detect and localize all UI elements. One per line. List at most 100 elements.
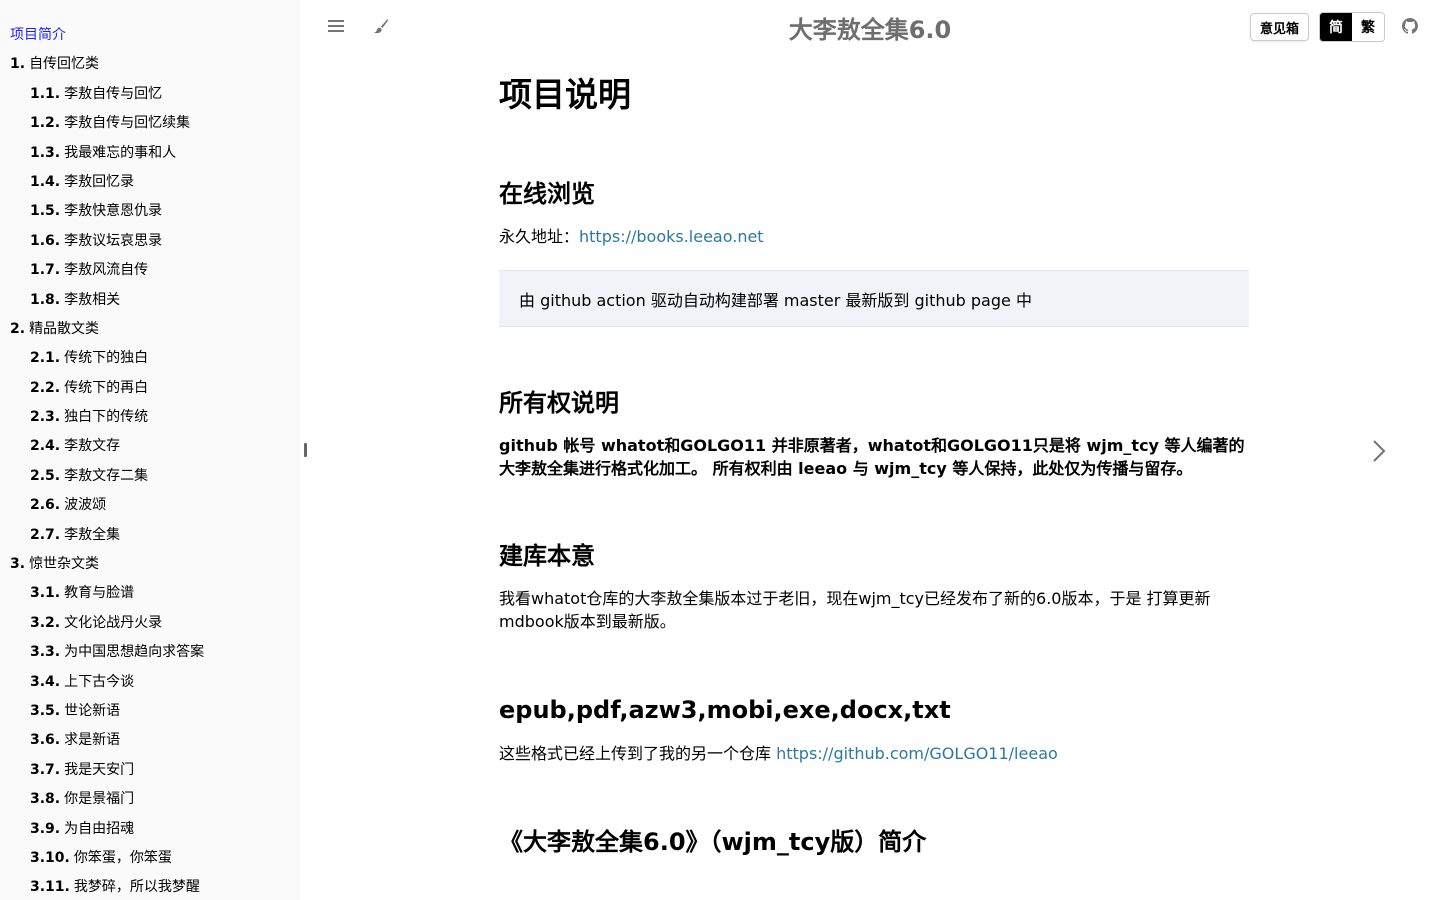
sidebar-item[interactable]: 项目简介: [0, 24, 300, 53]
books-link[interactable]: https://books.leeao.net: [579, 227, 764, 246]
sidebar-item[interactable]: 2.6. 波波颂: [0, 494, 300, 523]
sidebar-item-label: 精品散文类: [29, 320, 100, 337]
github-link[interactable]: [1398, 14, 1422, 38]
sidebar-item-number: 3.3.: [30, 644, 61, 661]
sidebar-item-label: 惊世杂文类: [29, 556, 100, 573]
simplified-chinese-button[interactable]: 简: [1320, 13, 1352, 41]
sidebar-item-label: 李敖风流自传: [64, 262, 149, 279]
sidebar-item-label: 李敖文存二集: [64, 467, 149, 484]
sidebar-item-number: 3.6.: [30, 732, 61, 749]
sidebar-item-number: 2.4.: [30, 438, 61, 455]
formats-paragraph: 这些格式已经上传到了我的另一个仓库 https://github.com/GOL…: [499, 742, 1249, 765]
sidebar-item-label: 世论新语: [64, 702, 121, 719]
sidebar-item-number: 2.6.: [30, 497, 61, 514]
sidebar-item-label: 李敖相关: [64, 291, 121, 308]
deploy-note-blockquote: 由 github action 驱动自动构建部署 master 最新版到 git…: [499, 270, 1249, 328]
menu-bar: 大李敖全集6.0 意见箱 简 繁: [300, 0, 1440, 52]
purpose-paragraph: 我看whatot仓库的大李敖全集版本过于老旧，现在wjm_tcy已经发布了新的6…: [499, 588, 1211, 631]
sidebar-item-number: 1.3.: [30, 144, 61, 161]
feedback-button[interactable]: 意见箱: [1250, 13, 1309, 41]
sidebar-item-number: 3.11.: [30, 879, 70, 896]
sidebar-item-label: 波波颂: [64, 497, 107, 514]
leeao-repo-link[interactable]: https://github.com/GOLGO11/leeao: [776, 744, 1058, 763]
sidebar-item[interactable]: 2.7. 李敖全集: [0, 524, 300, 553]
sidebar-item[interactable]: 1.3. 我最难忘的事和人: [0, 142, 300, 171]
next-chapter-button[interactable]: [1366, 436, 1392, 466]
sidebar: 项目简介 1. 自传回忆类 1.1. 李敖自传与回忆 1.2. 李敖自传与回忆续集 1.3. 我…: [0, 0, 300, 900]
sidebar-item-label: 为中国思想趋向求答案: [64, 644, 205, 661]
paintbrush-icon: [374, 19, 388, 34]
sidebar-item-number: 3.1.: [30, 585, 61, 602]
sidebar-item[interactable]: 3.9. 为自由招魂: [0, 818, 300, 847]
sidebar-item-label: 求是新语: [64, 732, 121, 749]
sidebar-item-label: 上下古今谈: [64, 673, 135, 690]
sidebar-item-label: 文化论战丹火录: [64, 614, 163, 631]
page-title: 项目说明: [499, 75, 631, 114]
sidebar-item-label: 李敖自传与回忆续集: [64, 115, 191, 132]
sidebar-item[interactable]: 3.8. 你是景福门: [0, 788, 300, 817]
sidebar-item[interactable]: 2.4. 李敖文存: [0, 435, 300, 464]
theme-button[interactable]: [369, 14, 393, 38]
sidebar-item[interactable]: 2.3. 独白下的传统: [0, 406, 300, 435]
toggle-sidebar-button[interactable]: [324, 14, 348, 38]
sidebar-item-label: 我是天安门: [64, 761, 135, 778]
sidebar-item-label: 李敖全集: [64, 526, 121, 543]
sidebar-item-label: 独白下的传统: [64, 409, 149, 426]
sidebar-item[interactable]: 3.6. 求是新语: [0, 729, 300, 758]
sidebar-item[interactable]: 3.5. 世论新语: [0, 700, 300, 729]
sidebar-item-number: 1.7.: [30, 262, 61, 279]
sidebar-item[interactable]: 2.2. 传统下的再白: [0, 377, 300, 406]
sidebar-item-label: 我最难忘的事和人: [64, 144, 177, 161]
sidebar-item-number: 1.6.: [30, 232, 61, 249]
sidebar-item-label: 李敖议坛哀思录: [64, 232, 163, 249]
sidebar-item-number: 1.: [10, 56, 26, 73]
sidebar-item[interactable]: 1.4. 李敖回忆录: [0, 171, 300, 200]
sidebar-item[interactable]: 3. 惊世杂文类: [0, 553, 300, 582]
sidebar-item[interactable]: 1. 自传回忆类: [0, 53, 300, 82]
sidebar-item[interactable]: 3.1. 教育与脸谱: [0, 582, 300, 611]
language-toggle: 简 繁: [1319, 12, 1385, 42]
sidebar-item[interactable]: 3.2. 文化论战丹火录: [0, 612, 300, 641]
permanent-address-paragraph: 永久地址：https://books.leeao.net: [499, 225, 1249, 248]
sidebar-item-number: 3.8.: [30, 791, 61, 808]
sidebar-item-number: 3.9.: [30, 820, 61, 837]
sidebar-item-number: 1.1.: [30, 85, 61, 102]
sidebar-item[interactable]: 2. 精品散文类: [0, 318, 300, 347]
sidebar-item-number: 1.4.: [30, 173, 61, 190]
sidebar-item-label: 我梦碎，所以我梦醒: [73, 879, 200, 896]
sidebar-item[interactable]: 3.11. 我梦碎，所以我梦醒: [0, 876, 300, 900]
sidebar-item[interactable]: 1.7. 李敖风流自传: [0, 259, 300, 288]
sidebar-resize-handle[interactable]: [304, 443, 307, 457]
ownership-paragraph: github 帐号 whatot和GOLGO11 并非原著者，whatot和GO…: [499, 436, 1245, 479]
heading-intro: 《大李敖全集6.0》（wjm_tcy版）简介: [499, 827, 927, 856]
sidebar-item[interactable]: 1.5. 李敖快意恩仇录: [0, 200, 300, 229]
sidebar-item[interactable]: 2.5. 李敖文存二集: [0, 465, 300, 494]
sidebar-item-number: 2.2.: [30, 379, 61, 396]
sidebar-item-number: 1.8.: [30, 291, 61, 308]
sidebar-item-number: 3.10.: [30, 849, 70, 866]
sidebar-item-label: 李敖回忆录: [64, 173, 135, 190]
menu-icon: [328, 20, 344, 32]
sidebar-item-number: 1.5.: [30, 203, 61, 220]
main-content: 项目说明 在线浏览 永久地址：https://books.leeao.net 由…: [499, 60, 1249, 857]
sidebar-item[interactable]: 1.8. 李敖相关: [0, 289, 300, 318]
sidebar-item[interactable]: 3.10. 你笨蛋，你笨蛋: [0, 847, 300, 876]
sidebar-item-number: 2.1.: [30, 350, 61, 367]
sidebar-item-number: 2.: [10, 320, 26, 337]
sidebar-item-label: 李敖自传与回忆: [64, 85, 163, 102]
sidebar-item-number: 2.3.: [30, 409, 61, 426]
sidebar-item[interactable]: 3.7. 我是天安门: [0, 759, 300, 788]
sidebar-item[interactable]: 3.3. 为中国思想趋向求答案: [0, 641, 300, 670]
traditional-chinese-button[interactable]: 繁: [1352, 13, 1384, 41]
sidebar-item-label: 教育与脸谱: [64, 585, 135, 602]
sidebar-item[interactable]: 3.4. 上下古今谈: [0, 671, 300, 700]
sidebar-item-label: 你笨蛋，你笨蛋: [73, 849, 172, 866]
sidebar-item-number: 3.4.: [30, 673, 61, 690]
sidebar-item-number: 3.: [10, 556, 26, 573]
sidebar-item[interactable]: 2.1. 传统下的独白: [0, 347, 300, 376]
sidebar-item[interactable]: 1.1. 李敖自传与回忆: [0, 83, 300, 112]
toc-list: 项目简介 1. 自传回忆类 1.1. 李敖自传与回忆 1.2. 李敖自传与回忆续集 1.3. 我…: [0, 24, 300, 900]
sidebar-item[interactable]: 1.2. 李敖自传与回忆续集: [0, 112, 300, 141]
chevron-right-icon: [1373, 440, 1386, 462]
sidebar-item[interactable]: 1.6. 李敖议坛哀思录: [0, 230, 300, 259]
